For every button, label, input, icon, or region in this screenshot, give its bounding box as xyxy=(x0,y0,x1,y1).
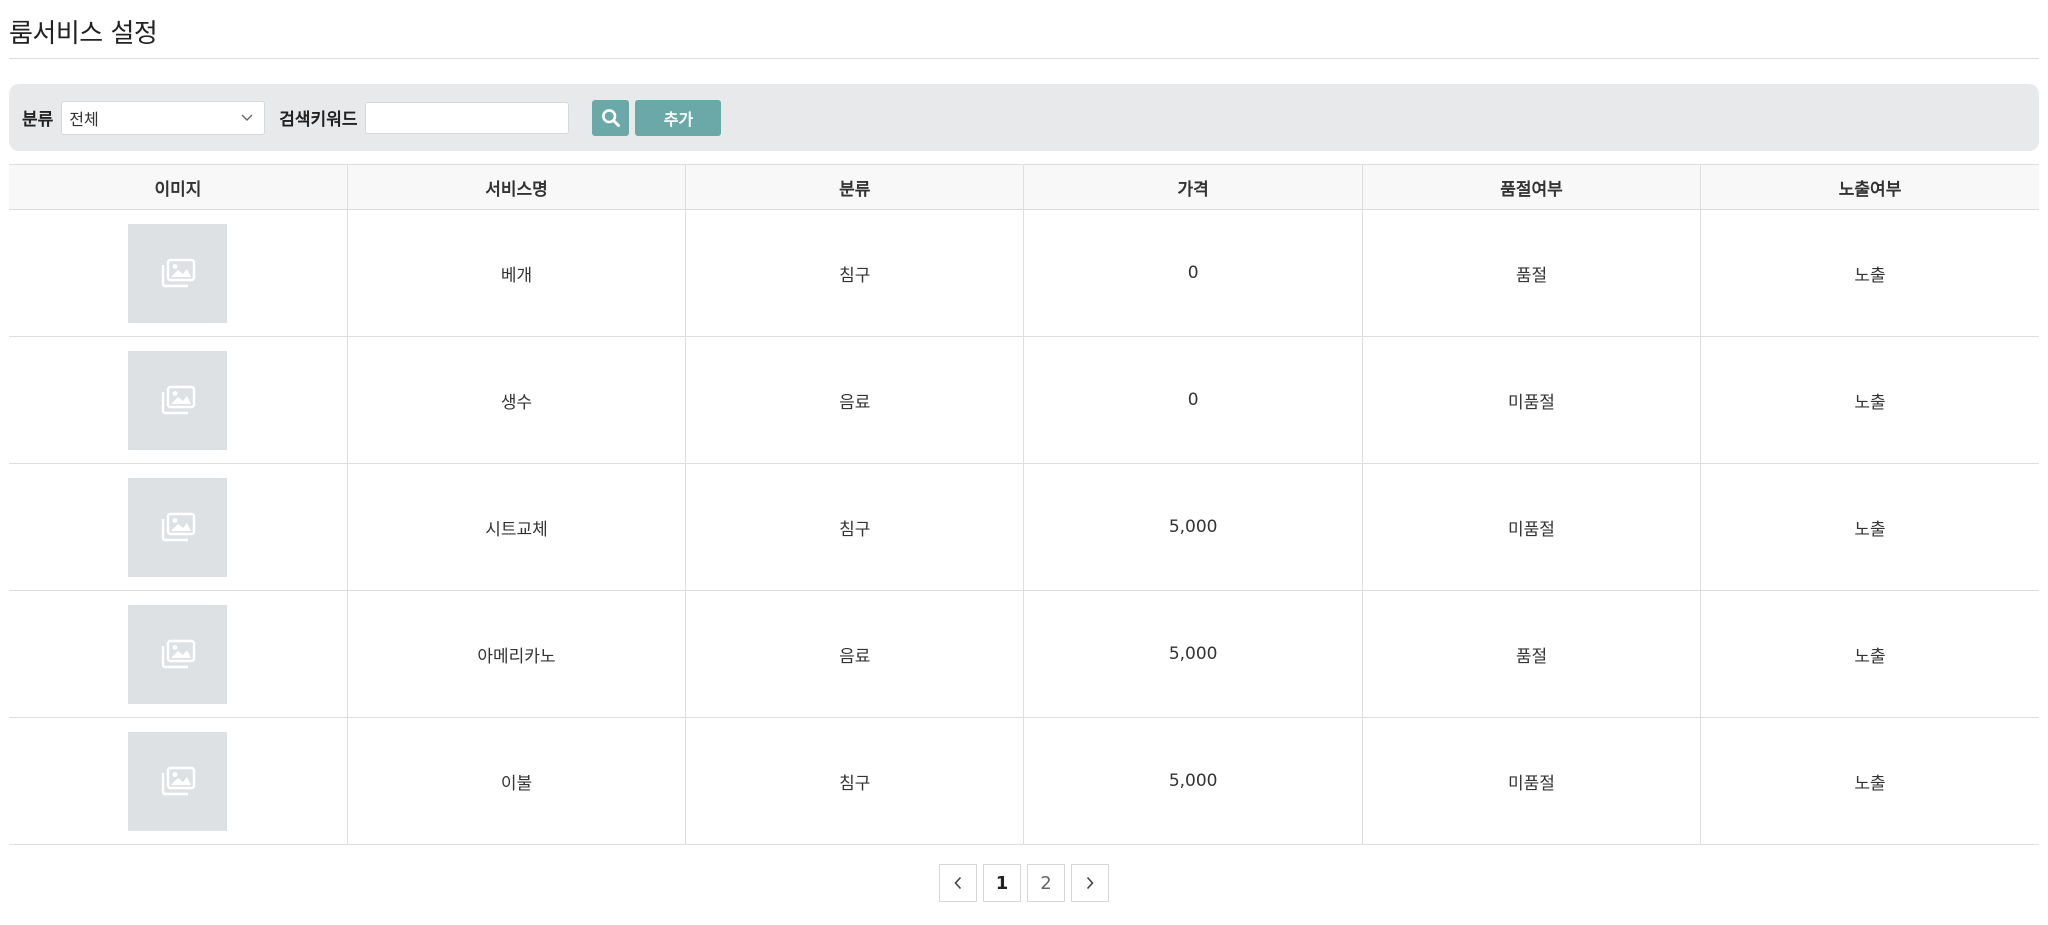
chevron-left-icon xyxy=(954,876,962,890)
category-label: 분류 xyxy=(22,110,54,130)
column-header-price[interactable]: 가격 xyxy=(1023,164,1363,210)
column-header-visible[interactable]: 노출여부 xyxy=(1700,164,2039,210)
soldout-cell: 미품절 xyxy=(1361,463,1701,591)
page: 룸서비스 설정 분류 전체 검색키워드 추가 이미지 서비스명 분류 가격 품절… xyxy=(0,0,2048,925)
filter-bar: 분류 전체 검색키워드 추가 xyxy=(9,84,2039,151)
image-placeholder-icon[interactable] xyxy=(128,350,228,450)
table-header-row: 이미지 서비스명 분류 가격 품절여부 노출여부 xyxy=(9,164,2039,210)
category-cell: 음료 xyxy=(685,590,1024,718)
table-row[interactable]: 아메리카노 음료 5,000 품절 노출 xyxy=(9,590,2039,718)
service-name-cell: 이불 xyxy=(346,717,686,845)
category-select-value: 전체 xyxy=(69,109,99,129)
price-cell: 0 xyxy=(1023,336,1363,464)
soldout-cell: 품절 xyxy=(1361,590,1701,718)
table-row[interactable]: 베개 침구 0 품절 노출 xyxy=(9,209,2039,337)
service-name-cell: 생수 xyxy=(346,336,686,464)
column-header-category[interactable]: 분류 xyxy=(685,164,1024,210)
page-button-1[interactable]: 1 xyxy=(983,864,1021,902)
soldout-cell: 품절 xyxy=(1361,209,1701,337)
chevron-down-icon xyxy=(240,111,254,125)
column-header-image[interactable]: 이미지 xyxy=(9,164,348,210)
table-row[interactable]: 생수 음료 0 미품절 노출 xyxy=(9,336,2039,464)
page-button-2[interactable]: 2 xyxy=(1027,864,1065,902)
keyword-input[interactable] xyxy=(365,101,570,134)
price-cell: 5,000 xyxy=(1023,717,1363,845)
image-placeholder-icon[interactable] xyxy=(128,731,228,831)
category-cell: 침구 xyxy=(685,209,1024,337)
image-cell xyxy=(9,717,348,845)
keyword-label: 검색키워드 xyxy=(279,110,358,130)
chevron-right-icon xyxy=(1086,876,1094,890)
page-title: 룸서비스 설정 xyxy=(9,0,2039,59)
service-name-cell: 시트교체 xyxy=(346,463,686,591)
add-button[interactable]: 추가 xyxy=(635,99,722,136)
category-cell: 침구 xyxy=(685,717,1024,845)
visible-cell: 노출 xyxy=(1700,590,2039,718)
price-cell: 5,000 xyxy=(1023,590,1363,718)
price-cell: 0 xyxy=(1023,209,1363,337)
table-row[interactable]: 시트교체 침구 5,000 미품절 노출 xyxy=(9,463,2039,591)
service-name-cell: 아메리카노 xyxy=(346,590,686,718)
image-placeholder-icon[interactable] xyxy=(128,604,228,704)
service-name-cell: 베개 xyxy=(346,209,686,337)
visible-cell: 노출 xyxy=(1700,209,2039,337)
prev-page-button[interactable] xyxy=(939,864,977,902)
room-service-table: 이미지 서비스명 분류 가격 품절여부 노출여부 베개 침구 0 품절 노출 생… xyxy=(9,164,2039,845)
image-cell xyxy=(9,209,348,337)
visible-cell: 노출 xyxy=(1700,717,2039,845)
column-header-service-name[interactable]: 서비스명 xyxy=(346,164,686,210)
image-cell xyxy=(9,463,348,591)
soldout-cell: 미품절 xyxy=(1361,717,1701,845)
image-placeholder-icon[interactable] xyxy=(128,477,228,577)
image-cell xyxy=(9,336,348,464)
category-cell: 침구 xyxy=(685,463,1024,591)
table-row[interactable]: 이불 침구 5,000 미품절 노출 xyxy=(9,717,2039,845)
column-header-soldout[interactable]: 품절여부 xyxy=(1361,164,1701,210)
visible-cell: 노출 xyxy=(1700,336,2039,464)
price-cell: 5,000 xyxy=(1023,463,1363,591)
image-placeholder-icon[interactable] xyxy=(128,223,228,323)
image-cell xyxy=(9,590,348,718)
search-icon xyxy=(602,108,620,127)
pagination: 1 2 xyxy=(9,864,2039,902)
category-select[interactable]: 전체 xyxy=(61,100,266,135)
soldout-cell: 미품절 xyxy=(1361,336,1701,464)
search-button[interactable] xyxy=(592,99,630,136)
next-page-button[interactable] xyxy=(1071,864,1109,902)
category-cell: 음료 xyxy=(685,336,1024,464)
visible-cell: 노출 xyxy=(1700,463,2039,591)
